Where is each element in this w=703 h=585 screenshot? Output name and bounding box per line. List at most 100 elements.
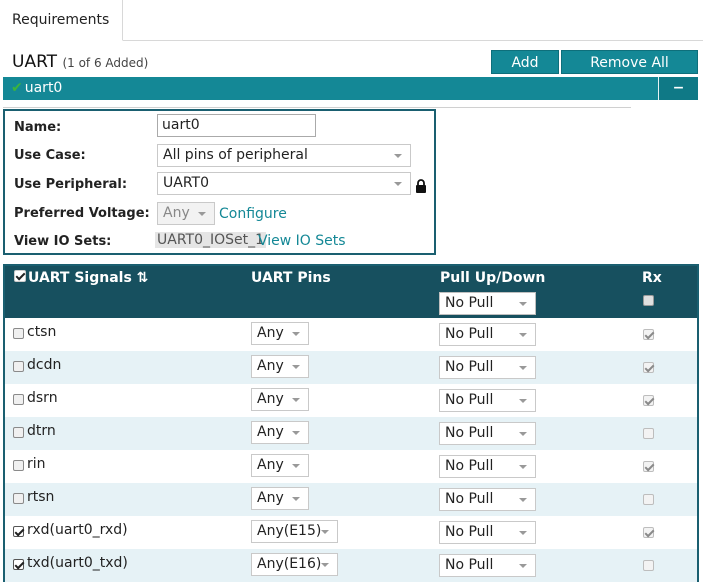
- signal-checkbox[interactable]: [13, 526, 24, 537]
- lock-icon[interactable]: [415, 179, 427, 193]
- pull-value: No Pull: [445, 326, 494, 342]
- pull-select[interactable]: No Pull: [439, 521, 536, 544]
- pull-all-value: No Pull: [445, 295, 494, 311]
- sort-icon[interactable]: ⇅: [137, 270, 149, 286]
- divider: [3, 107, 631, 108]
- rx-all-checkbox[interactable]: [643, 295, 654, 306]
- pull-value: No Pull: [445, 359, 494, 375]
- signal-name: dcdn: [27, 357, 62, 373]
- tab-bar: Requirements: [0, 0, 703, 41]
- pull-select[interactable]: No Pull: [439, 356, 536, 379]
- pin-value: Any: [257, 358, 284, 374]
- chevron-down-icon: [394, 182, 402, 186]
- preferred-voltage-value: Any: [163, 205, 190, 221]
- signal-name: dtrn: [27, 423, 56, 439]
- use-case-label: Use Case:: [14, 148, 86, 163]
- signal-checkbox[interactable]: [13, 394, 24, 405]
- table-row: rtsn Any No Pull: [5, 483, 697, 516]
- select-all-checkbox[interactable]: [14, 270, 26, 282]
- rx-checkbox[interactable]: [643, 461, 654, 472]
- pin-select[interactable]: Any: [251, 388, 309, 411]
- rx-checkbox[interactable]: [643, 428, 654, 439]
- chevron-down-icon: [519, 465, 527, 469]
- pin-value: Any(E15): [257, 523, 322, 539]
- pin-value: Any: [257, 490, 284, 506]
- check-icon: ✔: [11, 80, 23, 96]
- pin-value: Any: [257, 457, 284, 473]
- pull-select[interactable]: No Pull: [439, 323, 536, 346]
- use-peripheral-label: Use Peripheral:: [14, 177, 128, 192]
- pin-select[interactable]: Any: [251, 487, 309, 510]
- rx-checkbox[interactable]: [643, 395, 654, 406]
- rx-checkbox[interactable]: [643, 527, 654, 538]
- column-header-rx: Rx: [642, 270, 662, 286]
- signal-name: rin: [27, 456, 46, 472]
- pin-select[interactable]: Any: [251, 454, 309, 477]
- section-title: UART (1 of 6 Added): [12, 52, 148, 72]
- section-title-text: UART: [12, 52, 58, 72]
- chevron-down-icon: [198, 212, 206, 216]
- pin-select[interactable]: Any(E15): [251, 520, 338, 543]
- pull-value: No Pull: [445, 392, 494, 408]
- signal-name: rtsn: [27, 489, 55, 505]
- signal-checkbox[interactable]: [13, 559, 24, 570]
- signals-table: UART Signals ⇅ UART Pins Pull Up/Down Rx…: [3, 264, 699, 582]
- rx-checkbox[interactable]: [643, 362, 654, 373]
- signal-checkbox[interactable]: [13, 361, 24, 372]
- pull-select[interactable]: No Pull: [439, 488, 536, 511]
- chevron-down-icon: [292, 497, 300, 501]
- add-button[interactable]: Add: [491, 50, 559, 74]
- column-header-pull: Pull Up/Down: [440, 270, 546, 286]
- chevron-down-icon: [292, 431, 300, 435]
- signal-name: rxd(uart0_rxd): [27, 522, 128, 538]
- column-header-signals[interactable]: UART Signals ⇅: [28, 270, 148, 286]
- pull-all-select[interactable]: No Pull: [439, 292, 536, 315]
- io-set-value: UART0_IOSet_1: [155, 232, 267, 248]
- name-label: Name:: [14, 120, 62, 135]
- chevron-down-icon: [292, 464, 300, 468]
- chevron-down-icon: [519, 399, 527, 403]
- signal-checkbox[interactable]: [13, 460, 24, 471]
- view-io-sets-link[interactable]: View IO Sets: [258, 233, 346, 249]
- signal-name: txd(uart0_txd): [27, 555, 128, 571]
- chevron-down-icon: [519, 564, 527, 568]
- pull-select[interactable]: No Pull: [439, 554, 536, 577]
- configure-link[interactable]: Configure: [219, 206, 287, 222]
- chevron-down-icon: [519, 302, 527, 306]
- rx-checkbox[interactable]: [643, 560, 654, 571]
- use-case-select[interactable]: All pins of peripheral: [157, 144, 411, 167]
- pin-select[interactable]: Any: [251, 322, 309, 345]
- pin-select[interactable]: Any: [251, 421, 309, 444]
- pull-select[interactable]: No Pull: [439, 422, 536, 445]
- signal-checkbox[interactable]: [13, 328, 24, 339]
- name-input[interactable]: uart0: [157, 114, 316, 137]
- table-row: dtrn Any No Pull: [5, 417, 697, 450]
- rx-checkbox[interactable]: [643, 329, 654, 340]
- tab-requirements[interactable]: Requirements: [0, 0, 123, 41]
- pin-select[interactable]: Any: [251, 355, 309, 378]
- collapse-button[interactable]: −: [658, 77, 698, 100]
- chevron-down-icon: [394, 154, 402, 158]
- instance-config-panel: Name: uart0 Use Case: All pins of periph…: [3, 109, 436, 255]
- preferred-voltage-select[interactable]: Any: [157, 202, 215, 225]
- remove-all-button[interactable]: Remove All: [561, 50, 698, 74]
- pin-value: Any: [257, 424, 284, 440]
- pull-value: No Pull: [445, 491, 494, 507]
- instance-header[interactable]: ✔ uart0 −: [3, 77, 698, 100]
- table-row: dcdn Any No Pull: [5, 351, 697, 384]
- preferred-voltage-label: Preferred Voltage:: [14, 206, 150, 221]
- use-peripheral-select[interactable]: UART0: [157, 172, 411, 195]
- pin-select[interactable]: Any(E16): [251, 553, 338, 576]
- pin-value: Any(E16): [257, 556, 322, 572]
- pull-select[interactable]: No Pull: [439, 389, 536, 412]
- signal-name: dsrn: [27, 390, 58, 406]
- signal-checkbox[interactable]: [13, 427, 24, 438]
- chevron-down-icon: [519, 498, 527, 502]
- signal-checkbox[interactable]: [13, 493, 24, 504]
- pull-value: No Pull: [445, 557, 494, 573]
- use-case-value: All pins of peripheral: [163, 147, 308, 163]
- rx-checkbox[interactable]: [643, 494, 654, 505]
- pull-select[interactable]: No Pull: [439, 455, 536, 478]
- chevron-down-icon: [292, 365, 300, 369]
- table-row: rxd(uart0_rxd) Any(E15) No Pull: [5, 516, 697, 549]
